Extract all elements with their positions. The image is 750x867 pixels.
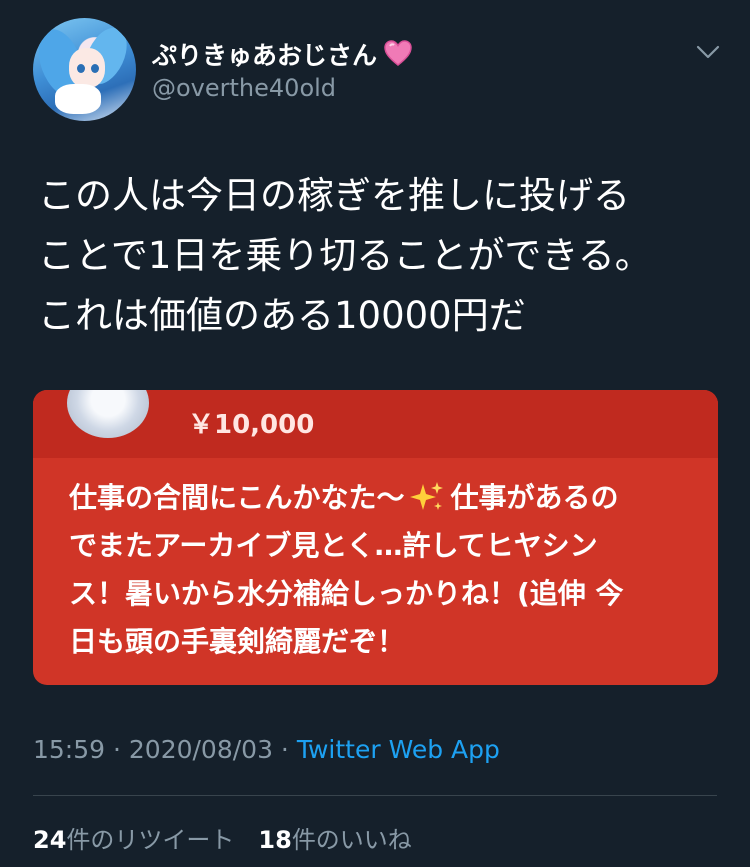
superchat-avatar bbox=[67, 390, 149, 438]
superchat-message: 仕事の合間にこんかなた～ 仕事があるの でまたアーカイブ見とく…許してヒヤシン … bbox=[69, 474, 709, 666]
superchat-message-part: 仕事の合間にこんかなた～ bbox=[69, 481, 405, 514]
retweets-count: 24 bbox=[33, 826, 67, 854]
tweet-date[interactable]: 2020/08/03 bbox=[129, 735, 273, 764]
likes-count: 18 bbox=[258, 826, 292, 854]
superchat-message-line: ス！暑いから水分補給しっかりね！(追伸 今 bbox=[69, 577, 624, 610]
tweet-stats: 24件のリツイート 18件のいいね bbox=[33, 820, 412, 855]
retweets-stat[interactable]: 24件のリツイート bbox=[33, 826, 234, 854]
tweet-text: この人は今日の稼ぎを推しに投げる ことで1日を乗り切ることができる。 これは価値… bbox=[38, 166, 718, 346]
tweet-line: これは価値のある10000円だ bbox=[38, 294, 526, 337]
attached-image-superchat[interactable]: ￥10,000 仕事の合間にこんかなた～ 仕事があるの でまたアーカイブ見とく…… bbox=[33, 390, 718, 685]
likes-stat[interactable]: 18件のいいね bbox=[258, 826, 411, 854]
tweet-line: この人は今日の稼ぎを推しに投げる bbox=[38, 174, 630, 217]
display-name-text: ぷりきゅあおじさん bbox=[152, 41, 378, 70]
display-name[interactable]: ぷりきゅあおじさん bbox=[152, 34, 413, 72]
tweet-line: ことで1日を乗り切ることができる。 bbox=[38, 234, 652, 277]
tweet-meta: 15:59 · 2020/08/03 · Twitter Web App bbox=[33, 735, 500, 764]
likes-label: 件のいいね bbox=[291, 826, 412, 854]
avatar-glove bbox=[55, 84, 101, 114]
superchat-message-line: でまたアーカイブ見とく…許してヒヤシン bbox=[69, 529, 598, 562]
superchat-amount: ￥10,000 bbox=[188, 410, 315, 440]
superchat-message-part: 仕事があるの bbox=[450, 481, 619, 514]
avatar-eye bbox=[91, 64, 99, 73]
superchat-message-line: 日も頭の手裏剣綺麗だぞ！ bbox=[69, 625, 406, 658]
meta-separator: · bbox=[272, 735, 297, 764]
retweets-label: 件のリツイート bbox=[66, 826, 235, 854]
superchat-header: ￥10,000 bbox=[33, 390, 718, 458]
tweet-source-link[interactable]: Twitter Web App bbox=[297, 735, 500, 764]
divider bbox=[33, 795, 717, 796]
chevron-down-icon[interactable] bbox=[694, 38, 722, 66]
user-handle[interactable]: @overthe40old bbox=[152, 74, 336, 102]
superchat-message-line: 仕事の合間にこんかなた～ 仕事があるの bbox=[69, 474, 709, 522]
pink-heart-icon bbox=[383, 38, 413, 68]
meta-separator: · bbox=[105, 735, 129, 764]
avatar-face bbox=[69, 48, 105, 88]
profile-avatar[interactable] bbox=[33, 18, 136, 121]
avatar-eye bbox=[77, 64, 85, 73]
sparkles-icon bbox=[410, 480, 444, 512]
tweet-time[interactable]: 15:59 bbox=[33, 735, 105, 764]
